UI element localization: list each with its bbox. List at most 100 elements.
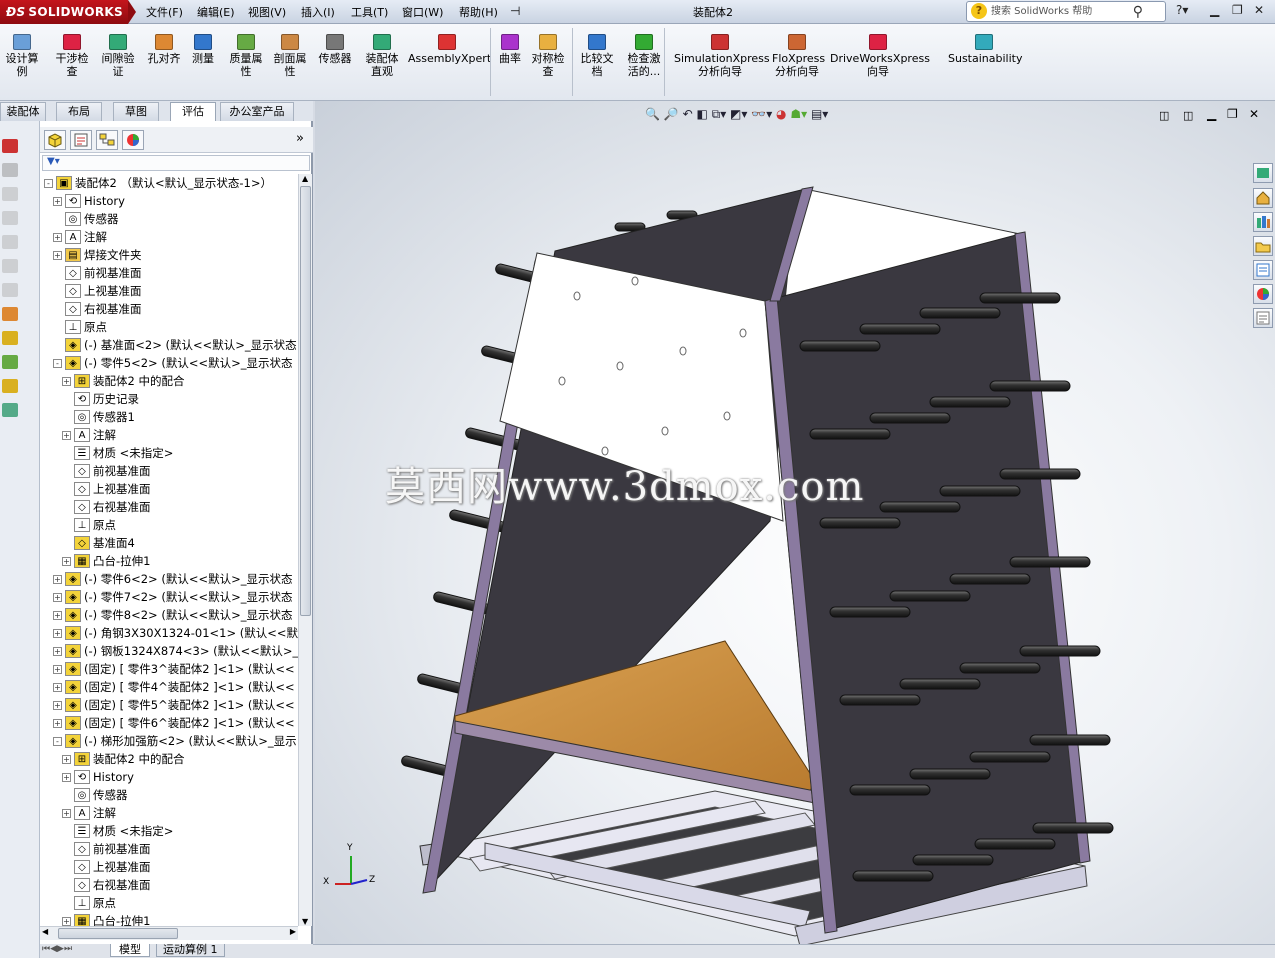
tree-node[interactable]: ◇ 前视基准面 <box>62 462 151 480</box>
menu-insert[interactable]: 插入(I) <box>301 4 335 20</box>
tree-node[interactable]: + A 注解 <box>62 804 116 822</box>
tree-node[interactable]: ◎ 传感器1 <box>62 408 135 426</box>
smart-dimension-icon[interactable] <box>2 163 18 177</box>
tree-node[interactable]: + ▦ 凸台-拉伸1 <box>62 912 150 926</box>
tree-node[interactable]: ◇ 基准面4 <box>62 534 135 552</box>
hole-alignment-button[interactable]: 孔对齐 <box>144 34 184 65</box>
tree-node[interactable]: ◈ (-) 基准面<2> (默认<<默认>_显示状态 <box>53 336 297 354</box>
feature-manager-tab-icon[interactable] <box>44 130 66 150</box>
menu-file[interactable]: 文件(F) <box>146 4 183 20</box>
task-pane-file-explorer-icon[interactable] <box>1253 236 1273 256</box>
restore-icon[interactable]: ❐ <box>1232 3 1243 17</box>
assemblyxpert-button[interactable]: AssemblyXpert <box>408 34 491 65</box>
collapse-icon[interactable]: - <box>53 736 62 746</box>
tree-node[interactable]: + ◈ (-) 角钢3X30X1324-01<1> (默认<<默 <box>53 624 298 642</box>
panel-expand-icon[interactable]: » <box>296 131 304 146</box>
tree-vertical-scrollbar[interactable]: ▲ ▼ <box>298 174 312 926</box>
coordinate-icon[interactable] <box>2 355 18 369</box>
help-dropdown-icon[interactable]: ?▾ <box>1176 3 1188 17</box>
assembly-visualization-button[interactable]: 装配体 直观 <box>362 34 402 78</box>
graphics-area[interactable]: 🔍 🔎 ↶ ◧ ⧉▾ ◩▾ 👓▾ ◕ ☗▾ ▤▾ ◫ ◫ ▁ ❐ ✕ 莫西网ww… <box>315 101 1275 944</box>
expand-icon[interactable]: + <box>62 556 71 566</box>
expand-icon[interactable]: + <box>53 250 62 260</box>
tab-nav-arrows-icon[interactable]: ⏮◀▶⏭ <box>42 944 72 954</box>
mass-properties-button[interactable]: 质量属性 <box>226 34 266 78</box>
tree-node[interactable]: + ◈ (-) 零件6<2> (默认<<默认>_显示状态 <box>53 570 292 588</box>
task-pane-custom-properties-icon[interactable] <box>1253 308 1273 328</box>
tree-node[interactable]: ◇ 上视基准面 <box>53 282 142 300</box>
tree-node[interactable]: + ⟲ History <box>53 192 125 210</box>
tree-node[interactable]: - ◈ (-) 梯形加强筋<2> (默认<<默认>_显示 <box>53 732 297 750</box>
menu-edit[interactable]: 编辑(E) <box>197 4 235 20</box>
expand-icon[interactable]: + <box>53 628 62 638</box>
tree-node[interactable]: ⊥ 原点 <box>62 894 116 912</box>
menu-view[interactable]: 视图(V) <box>248 4 286 20</box>
tree-node[interactable]: + ◈ (-) 钢板1324X874<3> (默认<<默认>_ <box>53 642 298 660</box>
task-pane-home-icon[interactable] <box>1253 188 1273 208</box>
task-pane-search-icon[interactable] <box>1253 260 1273 280</box>
check-active-button[interactable]: 检查激 活的... <box>624 34 664 78</box>
task-pane-resources-icon[interactable] <box>1253 163 1273 183</box>
scroll-left-icon[interactable]: ◀ <box>42 927 48 936</box>
tab-evaluate[interactable]: 评估 <box>170 102 216 121</box>
tree-scroll-thumb[interactable] <box>300 186 311 616</box>
expand-icon[interactable]: + <box>53 592 62 602</box>
tab-model[interactable]: 模型 <box>110 944 150 957</box>
solidworks-logo[interactable]: ƉS SOLIDWORKS <box>0 0 128 24</box>
expand-icon[interactable]: + <box>53 664 62 674</box>
tree-node[interactable]: + ▦ 凸台-拉伸1 <box>62 552 150 570</box>
menu-tools[interactable]: 工具(T) <box>351 4 388 20</box>
expand-icon[interactable]: + <box>53 196 62 206</box>
tree-node[interactable]: + ⊞ 装配体2 中的配合 <box>62 750 184 768</box>
sustainability-button[interactable]: Sustainability <box>948 34 1022 65</box>
tree-hscroll-thumb[interactable] <box>58 928 178 939</box>
tree-node[interactable]: + ◈ (-) 零件8<2> (默认<<默认>_显示状态 <box>53 606 292 624</box>
simulationxpress-button[interactable]: SimulationXpress 分析向导 <box>674 34 770 78</box>
tree-node[interactable]: + A 注解 <box>53 228 107 246</box>
3d-sketch-icon[interactable] <box>2 139 18 153</box>
tree-node[interactable]: ◎ 传感器 <box>53 210 119 228</box>
minimize-icon[interactable]: ▁ <box>1210 3 1219 17</box>
tab-motion-study[interactable]: 运动算例 1 <box>156 944 225 957</box>
tree-node[interactable]: ◇ 右视基准面 <box>62 876 151 894</box>
tree-node[interactable]: ◇ 上视基准面 <box>62 858 151 876</box>
tab-layout[interactable]: 布局 <box>56 102 102 121</box>
tree-node[interactable]: + ◈ (固定) [ 零件6^装配体2 ]<1> (默认<< <box>53 714 295 732</box>
scroll-up-icon[interactable]: ▲ <box>302 174 308 183</box>
expand-icon[interactable]: + <box>53 646 62 656</box>
expand-icon[interactable]: + <box>62 808 71 818</box>
tree-node[interactable]: ⊥ 原点 <box>53 318 107 336</box>
help-search-input[interactable]: ? 搜索 SolidWorks 帮助 ⚲ <box>966 1 1166 22</box>
scroll-right-icon[interactable]: ▶ <box>290 927 296 936</box>
menu-help[interactable]: 帮助(H) <box>459 4 498 20</box>
tree-node[interactable]: - ◈ (-) 零件5<2> (默认<<默认>_显示状态 <box>53 354 292 372</box>
menu-window[interactable]: 窗口(W) <box>402 4 443 20</box>
tree-node[interactable]: - ▣ 装配体2 （默认<默认_显示状态-1>） <box>44 174 272 192</box>
pin-icon[interactable]: ⊣ <box>510 4 520 18</box>
close-icon[interactable]: ✕ <box>1254 3 1264 17</box>
interference-check-button[interactable]: 干涉检查 <box>52 34 92 78</box>
rectangle-icon[interactable] <box>2 211 18 225</box>
axis-icon[interactable] <box>2 307 18 321</box>
tree-node[interactable]: + ◈ (固定) [ 零件3^装配体2 ]<1> (默认<< <box>53 660 295 678</box>
tree-filter[interactable]: ▼▾ <box>42 155 310 171</box>
expand-icon[interactable]: + <box>62 430 71 440</box>
arc-icon[interactable] <box>2 259 18 273</box>
tree-node[interactable]: + ◈ (固定) [ 零件4^装配体2 ]<1> (默认<< <box>53 678 295 696</box>
tree-node[interactable]: ◇ 右视基准面 <box>53 300 142 318</box>
tree-node[interactable]: ⊥ 原点 <box>62 516 116 534</box>
collapse-icon[interactable]: - <box>53 358 62 368</box>
property-manager-tab-icon[interactable] <box>70 130 92 150</box>
tab-sketch[interactable]: 草图 <box>113 102 159 121</box>
tab-office-products[interactable]: 办公室产品 <box>220 102 294 121</box>
tree-node[interactable]: ◇ 右视基准面 <box>62 498 151 516</box>
tree-node[interactable]: ☰ 材质 <未指定> <box>62 822 173 840</box>
mate-icon[interactable] <box>2 379 18 393</box>
tree-node[interactable]: + ⟲ History <box>62 768 134 786</box>
explode-icon[interactable] <box>2 403 18 417</box>
floxpress-button[interactable]: FloXpress 分析向导 <box>772 34 825 78</box>
task-pane-appearance-icon[interactable] <box>1253 284 1273 304</box>
driveworksxpress-button[interactable]: DriveWorksXpress 向导 <box>830 34 930 78</box>
collapse-icon[interactable]: - <box>44 178 53 188</box>
display-manager-tab-icon[interactable] <box>122 130 144 150</box>
